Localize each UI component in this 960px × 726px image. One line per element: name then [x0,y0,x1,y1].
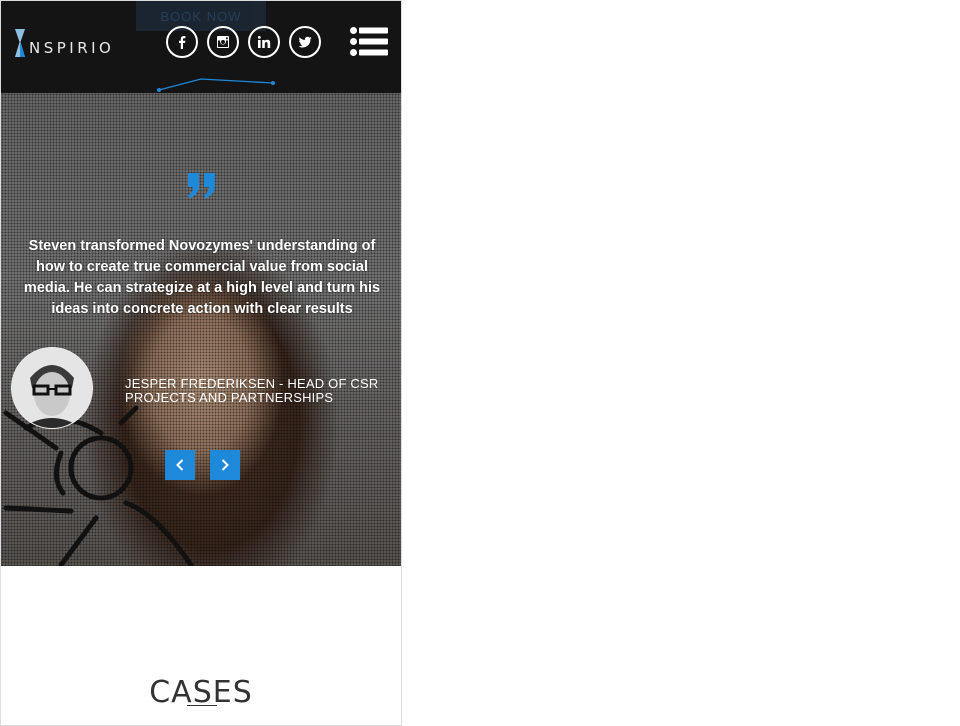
twitter-icon [298,36,312,48]
testimonial-author: Jesper Frederiksen - Head of CSR project… [125,376,379,405]
twitter-button[interactable] [289,26,321,58]
linkedin-button[interactable] [248,26,280,58]
chevron-right-icon [221,459,229,471]
facebook-button[interactable] [166,26,198,58]
linkedin-icon [257,36,271,48]
instagram-button[interactable] [207,26,239,58]
logo-text: NSPIRIO [29,39,115,57]
facebook-icon [179,36,186,49]
testimonial-quote: Steven transformed Novozymes' understand… [23,237,381,317]
hamburger-menu-button[interactable] [350,27,388,57]
quote-icon [188,173,215,198]
chevron-left-icon [176,459,184,471]
testimonial-section: Steven transformed Novozymes' understand… [1,93,401,566]
mobile-viewport: BOOK NOW NSPIRIO Steven transformed Novo… [0,0,402,726]
decorative-network-lines [157,78,275,92]
author-avatar [11,347,93,429]
site-logo[interactable]: NSPIRIO [13,27,114,59]
hamburger-menu-icon [350,27,388,56]
social-links [166,26,321,58]
cases-section: CASES [1,566,401,725]
heading-divider [187,705,217,706]
logo-mark-icon [15,29,25,57]
site-header: BOOK NOW NSPIRIO [1,1,401,93]
portrait-image [12,348,92,428]
next-testimonial-button[interactable] [210,450,240,480]
instagram-icon [217,36,229,48]
previous-testimonial-button[interactable] [165,450,195,480]
